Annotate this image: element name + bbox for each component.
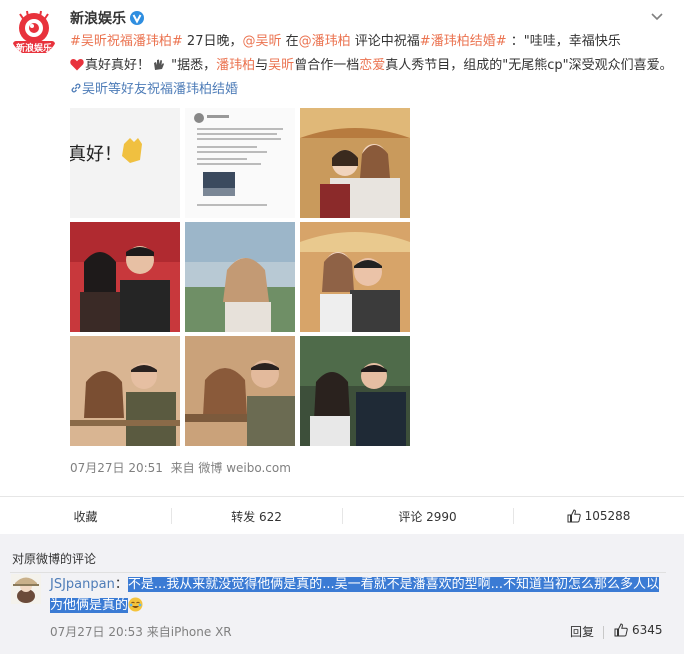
post-source[interactable]: 来自 微博 weibo.com <box>171 461 291 475</box>
post-meta: 07月27日 20:51 来自 微博 weibo.com <box>70 459 291 476</box>
comment-body: JSJpanpan：不是...我从来就没觉得他俩是真的...吴一看就不是潘喜欢的… <box>50 574 664 616</box>
verified-icon <box>130 11 144 25</box>
post-text-part: ："哇哇，幸福快乐 <box>506 34 621 49</box>
post-text-part: 曾合作一档 <box>294 58 360 73</box>
comment-timestamp: 07月27日 20:53 来自iPhone XR <box>50 625 232 639</box>
author-name[interactable]: 新浪娱乐 <box>70 8 144 28</box>
svg-text:新浪娱乐: 新浪娱乐 <box>16 42 52 54</box>
comment-colon: ： <box>114 577 128 592</box>
comment-button[interactable]: 评论 2990 <box>342 497 513 535</box>
keyword-link[interactable]: 恋爱 <box>359 58 385 73</box>
article-link-text[interactable]: 吴昕等好友祝福潘玮柏结婚 <box>82 82 238 97</box>
post-image-8[interactable] <box>185 336 295 446</box>
post-image-3[interactable] <box>300 108 410 218</box>
post-text-part: 评论中祝福 <box>350 34 420 49</box>
weibo-post-card: 新浪娱乐 新浪娱乐 #吴昕祝福潘玮柏# 27日晚，@吴昕 在@潘玮柏 评论中祝福… <box>0 0 684 536</box>
post-text-part: "据悉， <box>167 58 217 73</box>
post-image-6[interactable] <box>300 222 410 332</box>
favorite-button[interactable]: 收藏 <box>0 497 171 535</box>
comment-like-count: 6345 <box>632 623 663 637</box>
heart-emoji-icon <box>70 59 84 71</box>
chevron-down-icon[interactable] <box>650 10 664 24</box>
topic-tag-link[interactable]: #潘玮柏结婚# <box>420 34 507 49</box>
comment-label: 评论 2990 <box>398 509 457 524</box>
post-text-part: 27日晚， <box>182 34 243 49</box>
comment-like-button[interactable]: 6345 <box>614 623 663 637</box>
image-grid: 真好！ <box>70 108 410 446</box>
keyword-link[interactable]: 吴昕 <box>268 58 294 73</box>
like-button[interactable]: 105288 <box>513 497 684 535</box>
post-text-part: 真好真好！ <box>85 58 151 73</box>
topic-tag-link[interactable]: #吴昕祝福潘玮柏# <box>70 34 183 49</box>
divider <box>603 626 604 639</box>
keyword-link[interactable]: 潘玮柏 <box>216 58 255 73</box>
repost-label: 转发 622 <box>231 509 282 524</box>
post-text: #吴昕祝福潘玮柏# 27日晚，@吴昕 在@潘玮柏 评论中祝福#潘玮柏结婚# ："… <box>70 30 674 102</box>
post-text-part: 真人秀节目，组成的"无尾熊cp"深受观众们喜爱。 <box>385 58 673 73</box>
post-action-bar: 收藏 转发 622 评论 2990 105288 <box>0 496 684 536</box>
favorite-label: 收藏 <box>73 509 98 524</box>
divider <box>10 572 666 573</box>
commenter-username[interactable]: JSJpanpan <box>50 577 115 592</box>
reply-button[interactable]: 回复 <box>570 623 594 640</box>
post-image-7[interactable] <box>70 336 180 446</box>
article-link[interactable]: 吴昕等好友祝福潘玮柏结婚 <box>70 82 238 97</box>
mention-link[interactable]: @潘玮柏 <box>299 34 351 49</box>
comments-section-title: 对原微博的评论 <box>12 552 97 566</box>
commenter-avatar[interactable] <box>11 574 41 604</box>
thumbs-up-icon <box>567 509 581 523</box>
post-timestamp[interactable]: 07月27日 20:51 <box>70 461 163 475</box>
author-name-text[interactable]: 新浪娱乐 <box>70 11 126 27</box>
image-text: 真好！ <box>70 144 122 165</box>
post-image-5[interactable] <box>185 222 295 332</box>
author-avatar[interactable]: 新浪娱乐 <box>10 8 58 56</box>
original-post-comments: 对原微博的评论 JSJpanpan：不是...我从来就没觉得他俩是真的...吴一… <box>0 534 684 654</box>
laugh-cry-emoji-icon <box>128 597 143 612</box>
like-count: 105288 <box>584 509 631 523</box>
link-icon <box>71 83 81 93</box>
clap-hands-icon <box>154 59 165 70</box>
post-image-1[interactable]: 真好！ <box>70 108 180 218</box>
post-text-part: 在 <box>281 34 299 49</box>
post-image-2[interactable] <box>185 108 295 218</box>
mention-link[interactable]: @吴昕 <box>242 34 281 49</box>
post-image-4[interactable] <box>70 222 180 332</box>
post-text-part: 与 <box>255 58 269 73</box>
repost-button[interactable]: 转发 622 <box>171 497 342 535</box>
post-image-9[interactable] <box>300 336 410 446</box>
thumbs-up-icon <box>614 623 628 637</box>
